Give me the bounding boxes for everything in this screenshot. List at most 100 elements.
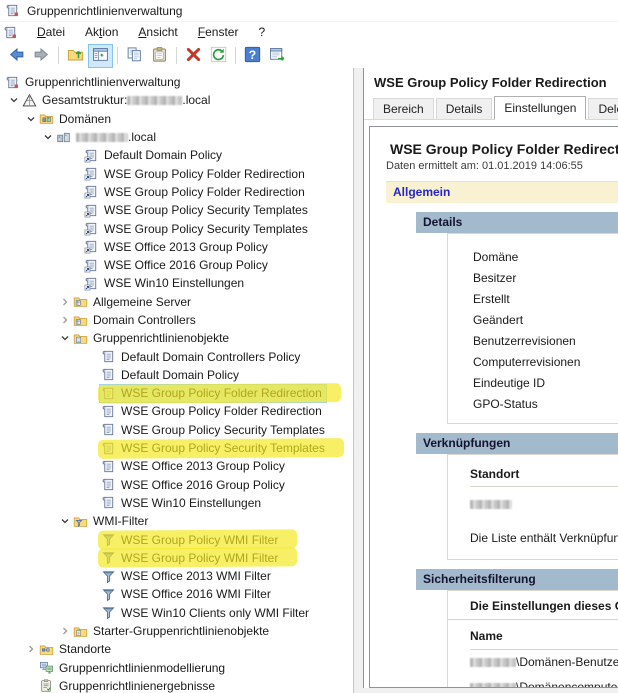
chevron-collapsed-icon[interactable]: [58, 625, 72, 637]
tree-item-content[interactable]: WSE Group Policy Folder Redirection: [100, 403, 326, 420]
tree-item[interactable]: Gruppenrichtlinienobjekte: [0, 329, 353, 347]
tree-item[interactable]: WSE Group Policy Security Templates: [0, 439, 353, 457]
tree-item[interactable]: Allgemeine Server: [0, 293, 353, 311]
chevron-collapsed-icon[interactable]: [24, 643, 38, 655]
refresh-button[interactable]: [206, 44, 231, 68]
tree-item-content[interactable]: Domain Controllers: [72, 312, 200, 329]
tree-item[interactable]: WSE Group Policy WMI Filter: [0, 530, 353, 548]
menu-item-aktion[interactable]: Aktion: [75, 23, 128, 42]
tree-item-content[interactable]: Standorte: [38, 641, 115, 658]
tree-item[interactable]: Gruppenrichtlinienverwaltung: [0, 73, 353, 91]
tree-item[interactable]: WSE Office 2013 Group Policy: [0, 457, 353, 475]
tab-bereich[interactable]: Bereich: [373, 98, 434, 119]
tree-item-content[interactable]: WSE Office 2016 WMI Filter: [100, 586, 275, 603]
tree-item[interactable]: Default Domain Policy: [0, 366, 353, 384]
chevron-expanded-icon[interactable]: [58, 332, 72, 344]
menu-item-datei[interactable]: Datei: [27, 23, 75, 42]
tree-item[interactable]: Default Domain Policy: [0, 146, 353, 164]
tree-item[interactable]: WSE Office 2016 Group Policy: [0, 476, 353, 494]
chevron-expanded-icon[interactable]: [58, 515, 72, 527]
tree-item-selected[interactable]: WSE Group Policy Folder Redirection: [100, 384, 326, 402]
tree-item-content[interactable]: Allgemeine Server: [72, 293, 195, 310]
tree-item[interactable]: WSE Group Policy Security Templates: [0, 201, 353, 219]
tree-item[interactable]: WSE Group Policy WMI Filter: [0, 549, 353, 567]
tree-item[interactable]: WSE Group Policy Folder Redirection: [0, 164, 353, 182]
tree-item-content[interactable]: WSE Group Policy WMI Filter: [100, 549, 282, 566]
tree-item-content[interactable]: Gruppenrichtlinienobjekte: [72, 330, 233, 347]
tree-item[interactable]: WSE Office 2016 WMI Filter: [0, 585, 353, 603]
tree-item[interactable]: Domain Controllers: [0, 311, 353, 329]
export-list-button[interactable]: [265, 44, 290, 68]
tree-item[interactable]: WSE Office 2013 WMI Filter: [0, 567, 353, 585]
tree-item-content[interactable]: Gruppenrichtlinienmodellierung: [38, 659, 229, 676]
tree-item[interactable]: WSE Group Policy Security Templates: [0, 219, 353, 237]
tree-item-content[interactable]: WSE Office 2013 Group Policy: [100, 458, 289, 475]
tree-item[interactable]: Gruppenrichtlinienmodellierung: [0, 659, 353, 677]
tree-item[interactable]: Domänen: [0, 110, 353, 128]
tree-item-content[interactable]: Gesamtstruktur: .local: [21, 92, 214, 109]
tree-item-content[interactable]: WSE Win10 Einstellungen: [83, 275, 248, 292]
tree-item[interactable]: WSE Win10 Clients only WMI Filter: [0, 604, 353, 622]
tree-item-content[interactable]: WSE Group Policy Folder Redirection: [83, 165, 309, 182]
tree-item-content[interactable]: WSE Win10 Einstellungen: [100, 494, 265, 511]
section-sicherheitsfilterung[interactable]: Sicherheitsfilterung: [416, 569, 618, 590]
tree-item[interactable]: WSE Group Policy Folder Redirection: [0, 183, 353, 201]
tree-item-content[interactable]: WSE Group Policy Security Templates: [100, 440, 329, 457]
menu-item-[interactable]: ?: [248, 23, 275, 42]
tree-item[interactable]: Gruppenrichtlinienergebnisse: [0, 677, 353, 693]
tree-item[interactable]: Gesamtstruktur: .local: [0, 91, 353, 109]
tree-item[interactable]: WSE Office 2016 Group Policy: [0, 256, 353, 274]
tree-item[interactable]: WSE Win10 Einstellungen: [0, 274, 353, 292]
tree-item-content[interactable]: WSE Office 2016 Group Policy: [83, 257, 272, 274]
help-button[interactable]: ?: [240, 44, 265, 68]
delete-button[interactable]: [181, 44, 206, 68]
tree-item[interactable]: WSE Group Policy Folder Redirection: [0, 384, 353, 402]
console-tree-pane[interactable]: Gruppenrichtlinienverwaltung Gesamtstrukt…: [0, 68, 354, 693]
tree-item[interactable]: WSE Office 2013 Group Policy: [0, 238, 353, 256]
tree-item[interactable]: Standorte: [0, 640, 353, 658]
menu-item-ansicht[interactable]: Ansicht: [128, 23, 187, 42]
chevron-expanded-icon[interactable]: [41, 131, 55, 143]
tree-item[interactable]: Default Domain Controllers Policy: [0, 347, 353, 365]
tree-item[interactable]: WSE Group Policy Security Templates: [0, 421, 353, 439]
tree-item-content[interactable]: Default Domain Controllers Policy: [100, 348, 304, 365]
section-allgemein[interactable]: Allgemein: [386, 181, 618, 203]
section-verknuepfungen[interactable]: Verknüpfungen: [416, 433, 618, 454]
menu-item-fenster[interactable]: Fenster: [188, 23, 249, 42]
chevron-expanded-icon[interactable]: [24, 113, 38, 125]
tree-item-content[interactable]: Default Domain Policy: [100, 366, 243, 383]
tree-item-content[interactable]: Default Domain Policy: [83, 147, 226, 164]
chevron-collapsed-icon[interactable]: [58, 296, 72, 308]
tree-item-content[interactable]: Gruppenrichtlinienverwaltung: [4, 74, 184, 91]
tree-item-content[interactable]: WSE Group Policy Security Templates: [83, 220, 312, 237]
copy-button[interactable]: [122, 44, 147, 68]
tree-item-content[interactable]: WSE Office 2013 Group Policy: [83, 238, 272, 255]
tree-item-content[interactable]: WSE Office 2013 WMI Filter: [100, 568, 275, 585]
tree-item-content[interactable]: WSE Office 2016 Group Policy: [100, 476, 289, 493]
tab-delegierung[interactable]: Delegierung: [588, 98, 618, 119]
tree-item-content[interactable]: .local: [55, 129, 160, 146]
tree-item-content[interactable]: Starter-Gruppenrichtlinienobjekte: [72, 623, 273, 640]
tree-item[interactable]: WMI-Filter: [0, 512, 353, 530]
up-one-level-button[interactable]: [63, 44, 88, 68]
tree-item-content[interactable]: WSE Group Policy Folder Redirection: [83, 183, 309, 200]
back-button[interactable]: [4, 44, 29, 68]
show-console-tree-button[interactable]: [88, 43, 113, 68]
tree-item[interactable]: .local: [0, 128, 353, 146]
tab-einstellungen[interactable]: Einstellungen: [494, 96, 587, 120]
forward-button[interactable]: [29, 44, 54, 68]
tree-item[interactable]: WSE Win10 Einstellungen: [0, 494, 353, 512]
section-details[interactable]: Details: [416, 212, 618, 233]
tree-item-content[interactable]: Gruppenrichtlinienergebnisse: [38, 677, 219, 693]
tree-item-content[interactable]: Domänen: [38, 110, 115, 127]
tree-item-content[interactable]: WSE Group Policy Security Templates: [83, 202, 312, 219]
tree-item[interactable]: Starter-Gruppenrichtlinienobjekte: [0, 622, 353, 640]
tree-item[interactable]: WSE Group Policy Folder Redirection: [0, 402, 353, 420]
paste-button[interactable]: [147, 44, 172, 68]
tab-details[interactable]: Details: [435, 98, 493, 119]
chevron-collapsed-icon[interactable]: [58, 314, 72, 326]
tree-item-content[interactable]: WSE Group Policy WMI Filter: [100, 531, 282, 548]
tree-item-content[interactable]: WSE Group Policy Security Templates: [100, 421, 329, 438]
tree-item-content[interactable]: WSE Win10 Clients only WMI Filter: [100, 604, 313, 621]
chevron-expanded-icon[interactable]: [7, 94, 21, 106]
